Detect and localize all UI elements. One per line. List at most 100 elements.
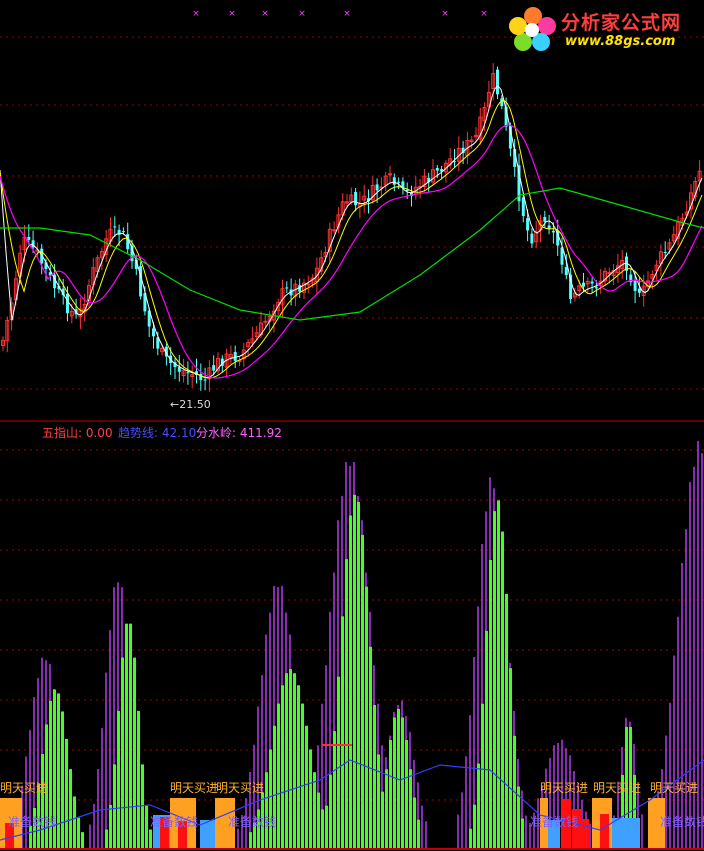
- signal-buy-label: 明天买进: [540, 781, 588, 795]
- price-panel: × × × × × × ×: [0, 9, 704, 392]
- candle: [293, 279, 298, 307]
- candle-body: [637, 288, 641, 293]
- marker-x: ×: [192, 9, 200, 19]
- signal-buy-label: 明天买进: [593, 781, 641, 795]
- indicator-bar-green: [509, 668, 512, 849]
- indicator-bar-green: [313, 772, 316, 849]
- indicator-bar-green: [41, 754, 44, 849]
- candle: [456, 136, 461, 172]
- candle-body: [152, 328, 155, 337]
- indicator-bar-green: [265, 772, 268, 849]
- indicator-bar-green: [361, 534, 364, 849]
- indicator-bar-green: [29, 825, 32, 849]
- indicator-bar-green: [505, 593, 508, 849]
- indicator-bar-green: [129, 623, 132, 849]
- candle: [413, 176, 418, 200]
- indicator-bar-green: [77, 817, 80, 849]
- indicator-bar-green: [481, 703, 484, 849]
- candle-body: [66, 293, 69, 314]
- indicator-bar-green: [417, 819, 420, 849]
- indicator-bar-green: [321, 809, 324, 849]
- candle: [181, 358, 186, 383]
- marker-x: ×: [343, 9, 351, 19]
- indicator-bar-green: [61, 711, 64, 849]
- flower-logo-icon: [509, 7, 556, 51]
- indicator-bar-green: [113, 764, 116, 849]
- candle-body: [27, 236, 31, 240]
- candle: [1, 336, 5, 351]
- signal-prepare-label: 准备数钱: [150, 814, 198, 829]
- candle-body: [496, 69, 499, 95]
- candle-body: [582, 282, 585, 287]
- indicator-bar-green: [145, 804, 148, 849]
- indicator-bar-green: [149, 829, 152, 849]
- indicator-bar-green: [277, 703, 280, 849]
- signal-red-block: [600, 814, 609, 849]
- indicator-bar-green: [305, 725, 308, 849]
- indicator-bar-green: [333, 731, 336, 849]
- candle: [78, 297, 83, 330]
- candle-body: [551, 230, 555, 233]
- indicator-bar-green: [117, 710, 120, 849]
- indicator-bar-green: [81, 832, 84, 849]
- candle: [302, 278, 306, 300]
- candle: [534, 221, 539, 249]
- signal-buy-label: 明天买进: [170, 781, 218, 795]
- candle: [177, 354, 181, 382]
- candle: [228, 345, 233, 365]
- indicator-bar-green: [385, 769, 388, 849]
- indicator-bar-green: [133, 657, 136, 849]
- candle: [453, 148, 456, 168]
- indicator-bar-green: [281, 685, 284, 849]
- indicator-bar-green: [73, 796, 76, 849]
- indicator-bar-green: [125, 623, 128, 849]
- candle-body: [526, 218, 530, 231]
- candle: [379, 177, 384, 198]
- indicator-bar-green: [105, 829, 108, 849]
- indicator-bar-green: [345, 559, 348, 849]
- indicator-bar-green: [369, 646, 372, 849]
- indicator-bar-green: [365, 586, 368, 849]
- candle: [74, 298, 78, 319]
- candle: [285, 281, 289, 294]
- candle: [671, 225, 676, 244]
- candle: [603, 267, 607, 286]
- candle-body: [590, 281, 594, 284]
- indicator-bar-green: [65, 738, 68, 849]
- watermark-title: 分析家公式网: [561, 12, 682, 34]
- indicator-bar-green: [373, 705, 376, 849]
- candle: [190, 365, 195, 388]
- candle: [658, 244, 663, 276]
- candle-body: [530, 233, 534, 244]
- indicator-bar-green: [493, 511, 496, 849]
- candle: [547, 214, 551, 235]
- indicator-bar-green: [477, 763, 480, 849]
- signal-block: [612, 818, 640, 849]
- candle: [410, 185, 413, 207]
- candle: [401, 177, 405, 195]
- candle: [40, 244, 44, 275]
- indicator-bar-green: [141, 764, 144, 849]
- candle-body: [633, 280, 637, 291]
- signal-buy-label: 明天买进: [216, 781, 264, 795]
- candle: [195, 358, 198, 384]
- candle: [611, 264, 616, 286]
- marker-x: ×: [261, 9, 269, 19]
- candle-body: [521, 197, 525, 217]
- candle: [585, 277, 590, 293]
- marker-x: ×: [298, 9, 306, 19]
- indicator-bar-green: [405, 739, 408, 849]
- candle: [590, 277, 594, 293]
- candle: [383, 171, 388, 192]
- candle: [104, 230, 109, 263]
- indicator-bar-green: [273, 725, 276, 849]
- indicator-bar-green: [285, 673, 288, 849]
- indicator-bar-green: [309, 749, 312, 849]
- candle-body: [397, 181, 401, 183]
- candle: [469, 136, 474, 149]
- candle-body: [543, 216, 547, 222]
- candle-body: [607, 272, 612, 275]
- candle: [443, 160, 448, 183]
- candle: [246, 338, 251, 357]
- candle-body: [594, 287, 598, 289]
